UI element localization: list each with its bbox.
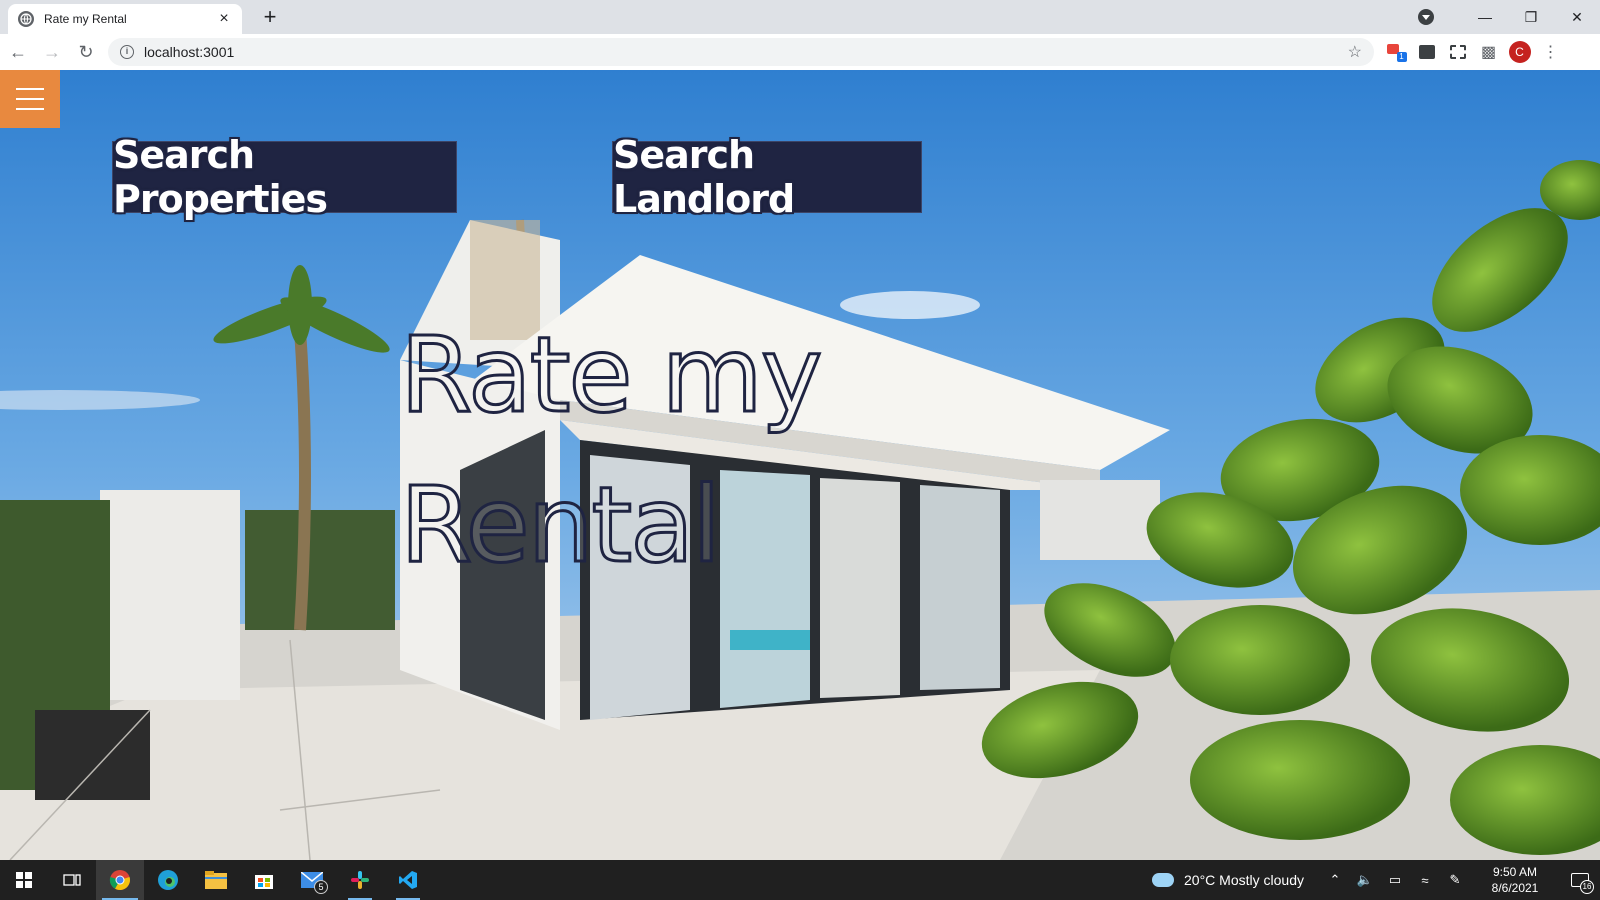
profile-avatar[interactable]: C xyxy=(1504,34,1535,70)
globe-icon xyxy=(18,11,34,27)
bookmark-star-icon[interactable]: ☆ xyxy=(1348,42,1362,62)
wifi-icon[interactable]: ≈ xyxy=(1410,873,1440,888)
menu-line-icon xyxy=(16,88,44,90)
browser-tab-strip: Rate my Rental × + — ❐ ✕ xyxy=(0,0,1600,34)
system-tray: 20°C Mostly cloudy ⌃ 🔈 ▭ ≈ ✎ 9:50 AM 8/6… xyxy=(1152,860,1600,900)
cloud-icon xyxy=(1152,873,1175,887)
restore-button[interactable]: ❐ xyxy=(1508,0,1554,34)
chrome-taskbar-icon[interactable] xyxy=(96,860,144,900)
task-view-icon[interactable] xyxy=(48,860,96,900)
search-properties-button[interactable]: Search Properties xyxy=(112,133,457,221)
notification-count: 16 xyxy=(1580,880,1594,894)
search-landlord-button[interactable]: Search Landlord xyxy=(612,133,922,221)
battery-icon[interactable]: ▭ xyxy=(1380,872,1410,888)
notifications-button[interactable]: 16 xyxy=(1560,860,1600,900)
window-controls: — ❐ ✕ xyxy=(1418,0,1600,34)
hamburger-menu-button[interactable] xyxy=(0,70,60,128)
browser-tab[interactable]: Rate my Rental × xyxy=(8,4,242,34)
weather-text: 20°C Mostly cloudy xyxy=(1184,872,1304,888)
page-title: Rate my Rental xyxy=(399,313,824,588)
page-viewport: Search Properties Search Landlord Rate m… xyxy=(0,70,1600,860)
edge-taskbar-icon[interactable] xyxy=(144,860,192,900)
clock[interactable]: 9:50 AM 8/6/2021 xyxy=(1476,864,1554,896)
tab-title: Rate my Rental xyxy=(44,12,127,26)
puzzle-icon[interactable]: ▩ xyxy=(1473,34,1504,70)
store-icon[interactable] xyxy=(240,860,288,900)
browser-toolbar: ← → ↻ i localhost:3001 ☆ 1 ▩ C ⋮ xyxy=(0,34,1600,70)
windows-taskbar: 5 20°C Mostly cloudy ⌃ 🔈 ▭ ≈ ✎ 9:50 AM 8… xyxy=(0,860,1600,900)
volume-icon[interactable]: 🔈 xyxy=(1350,872,1380,888)
screenshot-icon[interactable] xyxy=(1442,34,1473,70)
start-button[interactable] xyxy=(0,860,48,900)
extension-icon[interactable] xyxy=(1411,34,1442,70)
extension-badge-count: 1 xyxy=(1396,52,1407,62)
mail-icon[interactable]: 5 xyxy=(288,860,336,900)
forward-button[interactable]: → xyxy=(36,36,68,68)
back-button[interactable]: ← xyxy=(2,36,34,68)
menu-line-icon xyxy=(16,98,44,100)
new-tab-button[interactable]: + xyxy=(258,6,282,30)
media-control-icon[interactable] xyxy=(1418,9,1434,25)
weather-widget[interactable]: 20°C Mostly cloudy xyxy=(1152,872,1304,888)
menu-line-icon xyxy=(16,108,44,110)
reload-button[interactable]: ↻ xyxy=(70,36,102,68)
clock-time: 9:50 AM xyxy=(1492,865,1538,879)
site-info-icon[interactable]: i xyxy=(120,45,134,59)
vscode-icon[interactable] xyxy=(384,860,432,900)
close-window-button[interactable]: ✕ xyxy=(1554,0,1600,34)
clock-date: 8/6/2021 xyxy=(1491,881,1539,895)
close-tab-icon[interactable]: × xyxy=(216,11,232,27)
slack-icon[interactable] xyxy=(336,860,384,900)
minimize-button[interactable]: — xyxy=(1462,0,1508,34)
file-explorer-icon[interactable] xyxy=(192,860,240,900)
address-bar[interactable]: i localhost:3001 ☆ xyxy=(108,38,1374,66)
chevron-up-icon[interactable]: ⌃ xyxy=(1320,872,1350,888)
extensions-area: 1 ▩ C ⋮ xyxy=(1380,34,1566,70)
url-text[interactable]: localhost:3001 xyxy=(144,44,1348,60)
mail-badge: 5 xyxy=(314,880,328,894)
pen-icon[interactable]: ✎ xyxy=(1440,872,1470,888)
more-menu-icon[interactable]: ⋮ xyxy=(1535,34,1566,70)
extension-badge-icon[interactable]: 1 xyxy=(1380,34,1411,70)
